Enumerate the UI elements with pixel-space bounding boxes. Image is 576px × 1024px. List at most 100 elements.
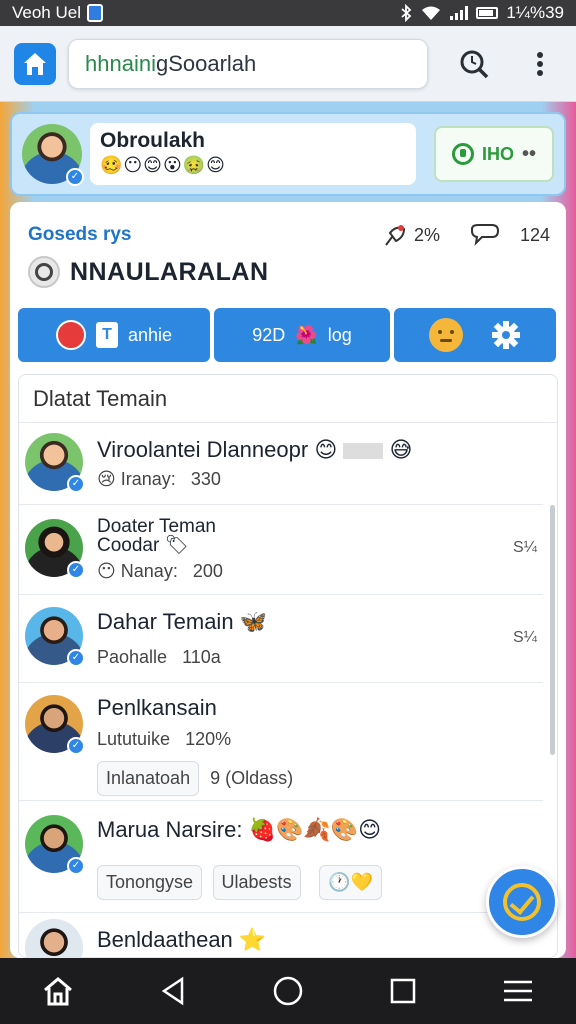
item-sub: Lututuike 120% xyxy=(97,729,231,750)
url-text-part-2: gSooarlah xyxy=(155,50,257,76)
more-horizontal-icon[interactable]: •• xyxy=(522,143,536,166)
gear-icon xyxy=(492,321,520,349)
tag-chip[interactable]: Inlanatoah xyxy=(97,761,200,796)
home-button[interactable] xyxy=(14,42,56,85)
emoji-group: 🍓🎨🍂🎨😊 xyxy=(248,817,382,842)
item-name-text: Dahar Temain xyxy=(97,609,234,634)
record-icon xyxy=(28,256,60,288)
pin-icon xyxy=(385,225,405,246)
back-triangle-icon xyxy=(161,976,184,1006)
item-name-line-2: Coodar xyxy=(97,535,160,556)
tab-2-label: 92D xyxy=(252,324,286,345)
item-name: Dahar Temain 🦋 xyxy=(97,609,267,635)
home-icon xyxy=(43,977,72,1006)
item-name: Doater Teman Coodar 🏷 xyxy=(97,517,216,555)
list-item[interactable]: ✓ Viroolantei Dlanneopr 😊 😅 😢 Iranay: 33… xyxy=(19,423,543,505)
warn-emoji: 😶 xyxy=(97,561,116,581)
comment-icon xyxy=(470,224,499,246)
battery-icon xyxy=(476,7,499,19)
avatar xyxy=(25,919,83,958)
sub-label: Paohalle xyxy=(97,647,168,667)
metric-2-value: 124 xyxy=(519,224,550,245)
tab-1-label: anhie xyxy=(127,324,173,345)
power-icon xyxy=(451,143,474,165)
comments-metric[interactable]: 124 xyxy=(468,223,550,247)
item-name: Marua Narsire: 🍓🎨🍂🎨😊 xyxy=(97,817,381,843)
tag-chip[interactable]: Tonongyse xyxy=(97,865,203,900)
item-name: Penlkansain xyxy=(97,695,217,720)
search-button[interactable] xyxy=(456,46,492,82)
status-value: IHO xyxy=(481,143,514,164)
star-emoji: ⭐ xyxy=(238,927,267,952)
panel-title-row: NNAULARALAN xyxy=(28,256,269,288)
item-name-text: Viroolantei Dlanneopr xyxy=(97,437,309,462)
tab-2-label-2: log xyxy=(327,324,352,345)
floating-action-button[interactable] xyxy=(486,866,558,938)
profile-emoji-row: 🥴😶😊😮🤢😊 xyxy=(100,155,226,175)
scrollbar[interactable] xyxy=(550,505,555,755)
avatar: ✓ xyxy=(25,519,85,579)
nav-home-button[interactable] xyxy=(28,966,88,1016)
system-nav-bar xyxy=(0,958,576,1024)
signal-icon xyxy=(450,6,469,20)
clock-chip[interactable]: 🕐💛 xyxy=(319,865,382,900)
status-pill[interactable]: IHO •• xyxy=(434,126,554,182)
panel-title: NNAULARALAN xyxy=(70,257,269,286)
verified-badge-icon: ✓ xyxy=(67,857,85,875)
tag-chip[interactable]: Ulabests xyxy=(212,865,301,900)
shield-icon xyxy=(87,4,103,22)
sub-value: 120% xyxy=(185,729,232,749)
tab-anhie[interactable]: T anhie xyxy=(18,308,210,362)
sub-value: 110a xyxy=(182,647,221,667)
avatar: ✓ xyxy=(25,695,85,755)
nav-back-button[interactable] xyxy=(143,966,203,1016)
list-item[interactable]: ✓ Dahar Temain 🦋 Paohalle 110a S¼ xyxy=(19,595,543,683)
cry-emoji: 😢 xyxy=(97,469,116,489)
tab-log[interactable]: 92D 🌺 log xyxy=(214,308,390,362)
item-name-text: Marua Narsire: xyxy=(97,817,243,842)
neutral-face-icon xyxy=(429,318,463,352)
status-time: 1¼%39 xyxy=(506,3,564,22)
item-sub: Paohalle 110a xyxy=(97,647,221,668)
friend-list: Dlatat Temain ✓ Viroolantei Dlanneopr 😊 … xyxy=(18,374,558,958)
profile-card: ✓ Obroulakh 🥴😶😊😮🤢😊 IHO •• xyxy=(10,112,566,196)
menu-icon xyxy=(504,980,533,1002)
nav-menu-button[interactable] xyxy=(488,966,548,1016)
more-vertical-icon xyxy=(537,52,543,76)
item-meta: S¼ xyxy=(512,539,537,556)
list-item[interactable]: ✓ Doater Teman Coodar 🏷 😶 Nanay: 200 S¼ xyxy=(19,505,543,595)
bluetooth-icon xyxy=(401,4,412,22)
profile-avatar[interactable]: ✓ xyxy=(22,124,84,186)
nav-recents-button[interactable] xyxy=(373,966,433,1016)
tab-settings[interactable] xyxy=(394,308,556,362)
verified-badge-icon: ✓ xyxy=(67,737,85,755)
redacted-bar xyxy=(343,443,384,460)
more-menu-button[interactable] xyxy=(522,46,558,82)
butterfly-emoji: 🦋 xyxy=(239,609,268,634)
url-field[interactable]: hhnaini gSooarlah xyxy=(68,38,428,89)
list-item[interactable]: Benldaathean ⭐ xyxy=(19,913,543,958)
circle-icon xyxy=(273,976,303,1006)
sub-value: 200 xyxy=(192,561,223,581)
item-sub: 😢 Iranay: 330 xyxy=(97,469,221,490)
nav-home-circle-button[interactable] xyxy=(258,966,318,1016)
item-tags: Tonongyse Ulabests 🕐💛 xyxy=(97,865,388,900)
item-meta: S¼ xyxy=(512,629,537,646)
item-name-text: Doater Teman xyxy=(97,516,216,537)
sub-label: Lututuike xyxy=(97,729,171,749)
panel-header: Goseds rys 2% 124 xyxy=(28,220,550,250)
verified-badge-icon: ✓ xyxy=(67,561,85,579)
tab-bar: T anhie 92D 🌺 log xyxy=(18,308,558,362)
tag-icon: 🏷 xyxy=(164,535,189,556)
status-bar: Veoh Uel 1¼%39 xyxy=(0,0,576,26)
document-icon: T xyxy=(95,322,118,348)
item-name: Benldaathean ⭐ xyxy=(97,927,266,953)
check-icon xyxy=(503,883,541,921)
verified-badge-icon: ✓ xyxy=(67,649,85,667)
list-item[interactable]: ✓ Marua Narsire: 🍓🎨🍂🎨😊 Tonongyse Ulabest… xyxy=(19,801,543,913)
reactions-metric[interactable]: 2% xyxy=(382,223,440,247)
list-item[interactable]: ✓ Penlkansain Lututuike 120% Inlanatoah … xyxy=(19,683,543,801)
flower-icon: 🌺 xyxy=(295,324,318,345)
carrier-label: Veoh Uel xyxy=(12,3,81,22)
record-red-icon xyxy=(55,320,86,350)
